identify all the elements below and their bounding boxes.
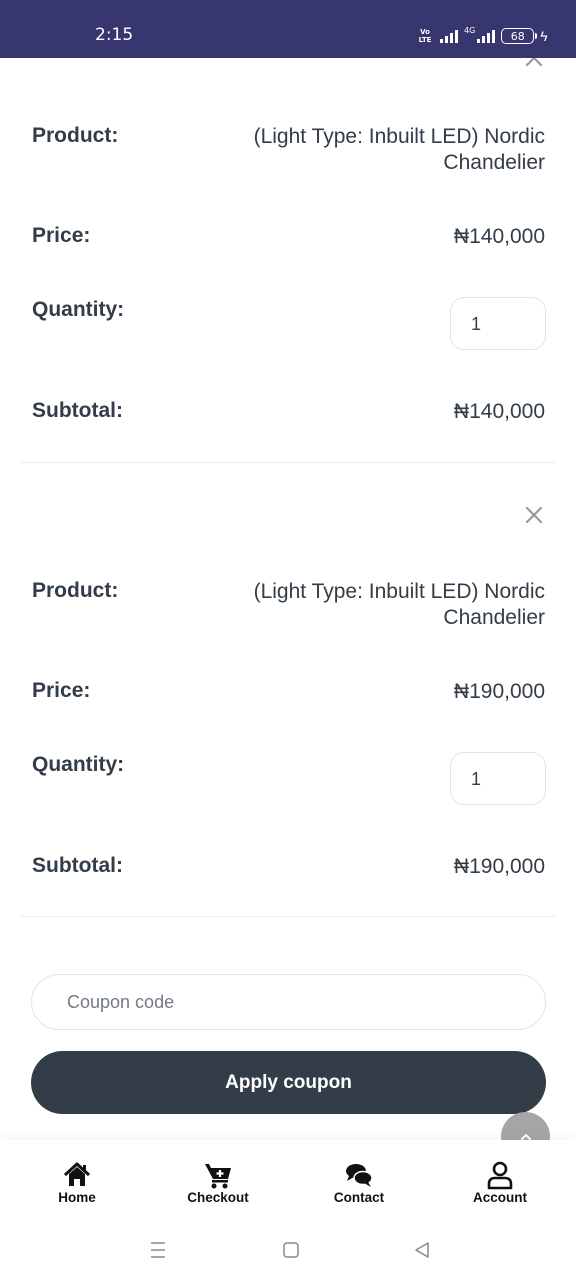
nav-account[interactable]: Account — [450, 1160, 550, 1205]
home-icon — [63, 1162, 91, 1186]
square-icon — [283, 1242, 299, 1258]
quantity-input[interactable]: 1 — [450, 297, 546, 350]
menu-lines-icon — [151, 1242, 165, 1258]
nav-checkout[interactable]: Checkout — [168, 1160, 268, 1205]
status-time: 2:15 — [95, 25, 134, 45]
signal-icon — [440, 29, 458, 43]
close-icon — [525, 506, 543, 524]
back-triangle-icon — [415, 1242, 429, 1258]
nav-contact[interactable]: Contact — [309, 1160, 409, 1205]
price-value: ₦190,000 — [453, 680, 545, 703]
user-icon — [487, 1161, 513, 1190]
signal-icon-2 — [477, 29, 496, 43]
quantity-input[interactable]: 1 — [450, 752, 546, 805]
nav-home[interactable]: Home — [27, 1160, 127, 1205]
product-label: Product: — [32, 579, 119, 602]
price-value: ₦140,000 — [453, 225, 545, 248]
nav-account-label: Account — [473, 1190, 527, 1205]
subtotal-value: ₦190,000 — [453, 855, 545, 878]
status-icons: Vo LTE 4G 68 ϟ — [416, 26, 548, 46]
apply-coupon-button[interactable]: Apply coupon — [31, 1051, 546, 1114]
recent-apps-button[interactable] — [148, 1240, 168, 1260]
battery-level: 68 — [510, 29, 525, 43]
price-label: Price: — [32, 224, 91, 247]
price-label: Price: — [32, 679, 91, 702]
charging-icon: ϟ — [540, 28, 548, 44]
subtotal-value: ₦140,000 — [453, 400, 545, 423]
bottom-navigation: Home Checkout Contact Account — [0, 1140, 576, 1220]
nav-checkout-label: Checkout — [187, 1190, 249, 1205]
network-type: 4G — [464, 26, 476, 35]
system-navigation-bar — [0, 1220, 576, 1280]
product-label: Product: — [32, 124, 119, 147]
home-system-button[interactable] — [281, 1240, 301, 1260]
cart-plus-icon — [205, 1164, 231, 1189]
nav-contact-label: Contact — [333, 1190, 385, 1205]
coupon-code-input[interactable]: Coupon code — [31, 974, 546, 1030]
subtotal-label: Subtotal: — [32, 854, 123, 877]
status-bar: 2:15 Vo LTE 4G 68 ϟ — [0, 0, 576, 58]
product-name: (Light Type: Inbuilt LED) Nordic Chandel… — [253, 125, 545, 174]
quantity-label: Quantity: — [32, 753, 125, 776]
divider — [21, 462, 555, 463]
nav-home-label: Home — [58, 1190, 96, 1205]
quantity-label: Quantity: — [32, 298, 125, 321]
subtotal-label: Subtotal: — [32, 399, 123, 422]
divider — [21, 916, 555, 917]
battery-icon: 68 — [501, 28, 538, 44]
remove-item-button[interactable] — [522, 503, 546, 527]
back-system-button[interactable] — [412, 1240, 432, 1260]
product-name: (Light Type: Inbuilt LED) Nordic Chandel… — [253, 580, 545, 629]
chat-bubbles-icon — [346, 1164, 373, 1187]
volte-icon: Vo LTE — [418, 28, 432, 44]
